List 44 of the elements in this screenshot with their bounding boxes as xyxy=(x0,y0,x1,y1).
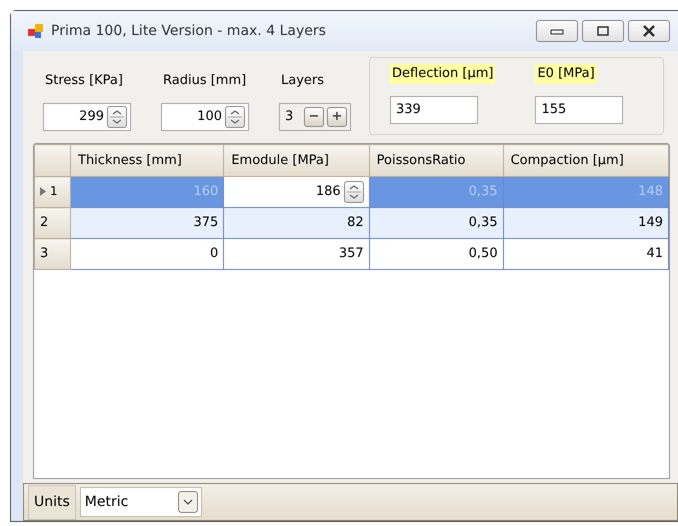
table-cell: 375 xyxy=(70,208,224,238)
result-field[interactable]: 339 xyxy=(390,96,478,124)
close-icon xyxy=(641,25,657,37)
maximize-button[interactable] xyxy=(582,20,624,42)
result-label: E0 [MPa] xyxy=(535,64,597,84)
spin-button[interactable] xyxy=(107,106,127,128)
table-cell: 41 xyxy=(503,238,668,270)
row-number: 1 xyxy=(50,183,58,200)
column-header[interactable]: Emodule [MPa] xyxy=(224,144,370,176)
column-header[interactable]: Thickness [mm] xyxy=(70,144,224,176)
row-header[interactable]: 2 xyxy=(34,208,70,238)
app-icon xyxy=(27,22,45,40)
table-cell: 0,50 xyxy=(369,238,504,270)
table-cell: 160 xyxy=(70,176,224,208)
units-dropdown[interactable]: Metric xyxy=(80,487,202,517)
stepper-field[interactable]: 3 − + xyxy=(279,102,351,130)
window-title: Prima 100, Lite Version - max. 4 Layers xyxy=(51,22,327,40)
column-header[interactable]: PoissonsRatio xyxy=(369,144,504,176)
minimize-icon xyxy=(550,27,564,35)
column-header[interactable]: Compaction [µm] xyxy=(503,144,668,176)
table-cell: 148 xyxy=(503,176,668,208)
minus-button[interactable]: − xyxy=(304,106,324,126)
units-label: Units xyxy=(28,484,76,520)
close-button[interactable] xyxy=(628,20,670,42)
field-label: Radius [mm] xyxy=(162,72,248,90)
result-label: Deflection [µm] xyxy=(390,64,496,84)
row-header[interactable]: 3 xyxy=(34,238,70,270)
field-label: Stress [KPa] xyxy=(44,72,124,90)
spin-field[interactable]: 100 xyxy=(161,102,249,130)
minimize-button[interactable] xyxy=(536,20,578,42)
table-cell: 0,35 xyxy=(369,208,504,238)
plus-button[interactable]: + xyxy=(327,106,347,126)
table-cell: 357 xyxy=(224,238,370,270)
maximize-icon xyxy=(596,25,610,37)
cell-editor[interactable]: 186 xyxy=(224,176,370,208)
table-cell: 0 xyxy=(70,238,224,270)
field-label: Layers xyxy=(280,72,326,90)
table-cell: 82 xyxy=(224,208,370,238)
table-cell: 149 xyxy=(503,208,668,238)
result-field[interactable]: 155 xyxy=(535,96,624,124)
spin-button[interactable] xyxy=(225,106,245,128)
spin-button[interactable] xyxy=(344,181,364,203)
spin-field[interactable]: 299 xyxy=(43,102,131,130)
table-cell: 0,35 xyxy=(369,176,504,208)
